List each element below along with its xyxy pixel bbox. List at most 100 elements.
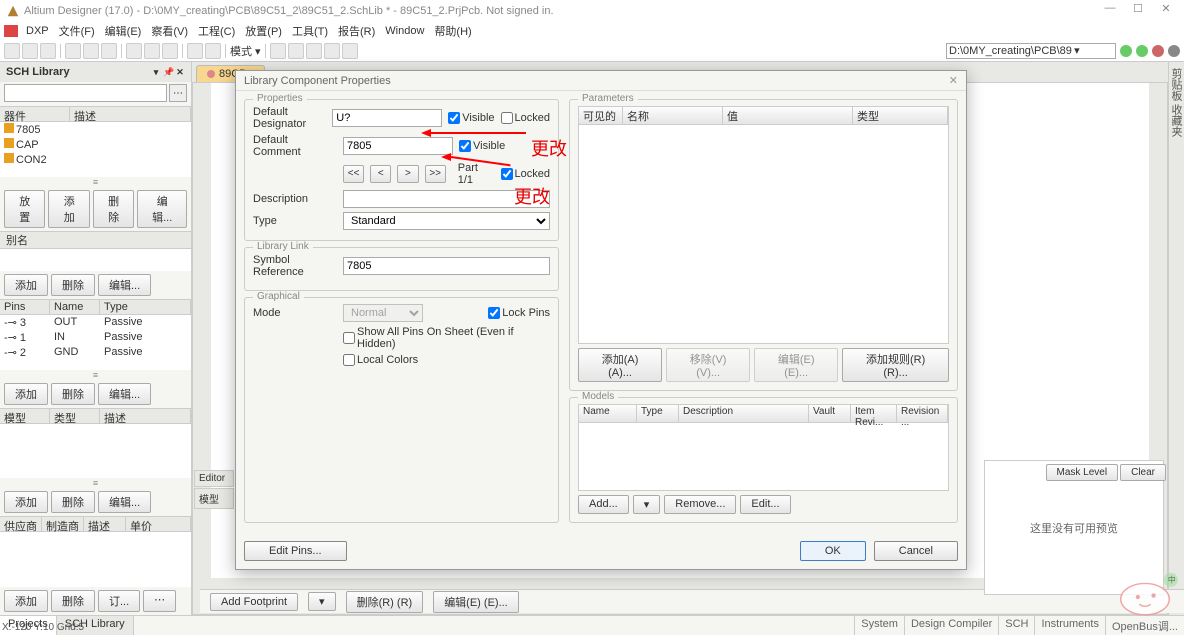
mode-select[interactable]: Normal — [343, 304, 423, 322]
component-row[interactable]: 7805 — [0, 122, 191, 137]
param-col-name[interactable]: 名称 — [623, 107, 723, 124]
add-footprint-split-icon[interactable]: ▾ — [308, 592, 336, 611]
model-edit-button[interactable]: Edit... — [740, 495, 790, 514]
nav-first-button[interactable]: << — [343, 165, 364, 183]
description-input[interactable] — [343, 190, 550, 208]
col-description[interactable]: 描述 — [70, 107, 191, 121]
menu-window[interactable]: Window — [381, 24, 428, 38]
tb-save-icon[interactable] — [40, 43, 56, 59]
status-design-compiler[interactable]: Design Compiler — [904, 616, 998, 635]
model-add-button[interactable]: 添加 — [4, 491, 48, 513]
order-button[interactable]: 订... — [98, 590, 140, 612]
param-addrule-button[interactable]: 添加规则(R) (R)... — [842, 348, 949, 382]
dialog-close-icon[interactable]: ✕ — [949, 74, 958, 87]
splitter[interactable] — [0, 370, 191, 380]
sup-delete-button[interactable]: 删除 — [51, 590, 95, 612]
menu-tools[interactable]: 工具(T) — [288, 22, 332, 40]
home-icon[interactable] — [1152, 45, 1164, 57]
part-locked-checkbox[interactable] — [501, 168, 513, 180]
component-row[interactable]: CON2 — [0, 152, 191, 167]
menu-project[interactable]: 工程(C) — [194, 22, 239, 40]
model-col-rev[interactable]: Revision ... — [897, 405, 948, 422]
alias-list[interactable] — [0, 249, 191, 271]
param-col-type[interactable]: 类型 — [853, 107, 948, 124]
pin-row[interactable]: -⊸ 2GNDPassive — [0, 345, 191, 360]
right-sidebar-tabs[interactable]: 剪贴板 收藏夹 — [1168, 62, 1184, 615]
edit-fp-button[interactable]: 编辑(E) (E)... — [433, 591, 519, 613]
menu-file[interactable]: 文件(F) — [55, 22, 99, 40]
designator-visible-checkbox[interactable] — [448, 112, 460, 124]
close-button[interactable]: ✕ — [1154, 2, 1178, 20]
alias-delete-button[interactable]: 删除 — [51, 274, 95, 296]
add-button[interactable]: 添加 — [48, 190, 89, 228]
model-add-split-icon[interactable]: ▾ — [633, 495, 661, 514]
sup-col-price[interactable]: 单价 — [126, 517, 191, 531]
sup-add-button[interactable]: 添加 — [4, 590, 48, 612]
search-button[interactable]: ⋯ — [169, 84, 187, 102]
status-openbus[interactable]: OpenBus调... — [1105, 616, 1184, 635]
menu-help[interactable]: 帮助(H) — [430, 22, 475, 40]
symbol-reference-input[interactable] — [343, 257, 550, 275]
type-select[interactable]: Standard — [343, 212, 550, 230]
model-list[interactable] — [0, 424, 191, 479]
pin-row[interactable]: -⊸ 1INPassive — [0, 330, 191, 345]
panel-close-icon[interactable]: ✕ — [175, 67, 185, 77]
nav-next-button[interactable]: > — [397, 165, 418, 183]
tb-mode-dropdown[interactable]: 模式 ▾ — [230, 43, 261, 59]
add-footprint-button[interactable]: Add Footprint — [210, 593, 298, 611]
col-component[interactable]: 器件 — [0, 107, 70, 121]
tb-paste-icon[interactable] — [162, 43, 178, 59]
show-all-pins-checkbox[interactable] — [343, 332, 355, 344]
supplier-list[interactable] — [0, 532, 191, 587]
cancel-button[interactable]: Cancel — [874, 541, 958, 561]
model-col-vault[interactable]: Vault — [809, 405, 851, 422]
clear-button[interactable]: Clear — [1120, 464, 1166, 481]
comment-visible-checkbox[interactable] — [459, 140, 471, 152]
param-add-button[interactable]: 添加(A) (A)... — [578, 348, 662, 382]
model-remove-button[interactable]: Remove... — [664, 495, 736, 514]
model-col-item[interactable]: Item Revi... — [851, 405, 897, 422]
delete-button[interactable]: 删除 — [93, 190, 134, 228]
local-colors-checkbox[interactable] — [343, 354, 355, 366]
path-combobox[interactable]: D:\0MY_creating\PCB\89▾ — [946, 43, 1116, 59]
sup-col-mfr[interactable]: 制造商 — [42, 517, 84, 531]
model-delete-button[interactable]: 删除 — [51, 491, 95, 513]
autohide-icon[interactable]: 📌 — [163, 67, 173, 77]
tb-zoom-out-icon[interactable] — [101, 43, 117, 59]
pin-row[interactable]: -⊸ 3OUTPassive — [0, 315, 191, 330]
menu-place[interactable]: 放置(P) — [241, 22, 286, 40]
more-button[interactable]: ⋯ — [143, 590, 176, 612]
pins-col-type[interactable]: Type — [100, 300, 191, 314]
menu-edit[interactable]: 编辑(E) — [101, 22, 146, 40]
tb-undo-icon[interactable] — [187, 43, 203, 59]
menu-view[interactable]: 察看(V) — [147, 22, 192, 40]
tb-grid-icon[interactable] — [288, 43, 304, 59]
tb-redo-icon[interactable] — [205, 43, 221, 59]
lock-pins-checkbox[interactable] — [488, 307, 500, 319]
sup-col-desc[interactable]: 描述 — [84, 517, 126, 531]
model-tab[interactable]: 模型 — [194, 488, 234, 509]
alias-edit-button[interactable]: 编辑... — [98, 274, 151, 296]
splitter[interactable] — [0, 177, 191, 187]
comment-input[interactable] — [343, 137, 453, 155]
tb-copy-icon[interactable] — [144, 43, 160, 59]
model-col-desc[interactable]: Description — [679, 405, 809, 422]
menu-dxp[interactable]: DXP — [22, 24, 53, 38]
model-edit-button[interactable]: 编辑... — [98, 491, 151, 513]
pins-col-name[interactable]: Name — [50, 300, 100, 314]
designator-input[interactable] — [332, 109, 442, 127]
model-add-button[interactable]: Add... — [578, 495, 629, 514]
maximize-button[interactable]: ☐ — [1126, 2, 1150, 20]
help-icon[interactable] — [1168, 45, 1180, 57]
model-col-type[interactable]: 类型 — [50, 409, 100, 423]
ok-button[interactable]: OK — [800, 541, 866, 561]
splitter[interactable] — [0, 478, 191, 488]
edit-button[interactable]: 编辑... — [137, 190, 187, 228]
param-col-value[interactable]: 值 — [723, 107, 853, 124]
parameters-table[interactable]: 可见的 名称 值 类型 — [578, 106, 949, 344]
designator-locked-checkbox[interactable] — [501, 112, 513, 124]
nav-back-icon[interactable] — [1120, 45, 1132, 57]
model-col-model[interactable]: 模型 — [0, 409, 50, 423]
delete-fp-button[interactable]: 删除(R) (R) — [346, 591, 424, 613]
tb-snap-icon[interactable] — [306, 43, 322, 59]
